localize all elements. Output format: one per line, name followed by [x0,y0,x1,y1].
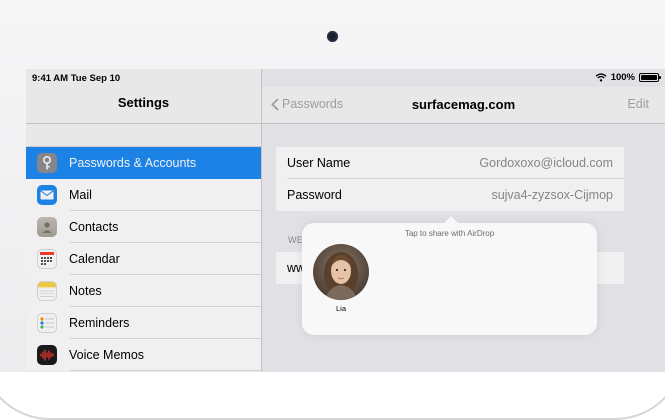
battery-icon [639,73,661,82]
sidebar-item-label: Contacts [69,220,119,234]
key-icon [37,153,57,173]
sidebar-title: Settings [26,87,261,124]
password-label: Password [287,188,342,202]
username-row[interactable]: User Name Gordoxoxo@icloud.com [276,147,624,179]
voice-memos-icon [37,345,57,365]
front-camera [327,31,338,42]
sidebar-item-calendar[interactable]: Calendar [26,243,261,275]
contact-avatar[interactable] [313,244,369,300]
airdrop-popover: Tap to share with AirDrop Lia [302,216,597,335]
password-row[interactable]: Password sujva4-zyzsox-Cijmop [276,179,624,211]
sidebar-item-voice-memos[interactable]: Voice Memos [26,339,261,371]
reminders-icon [37,313,57,333]
wifi-icon [595,73,607,82]
sidebar-item-label: Calendar [69,252,120,266]
settings-sidebar: Settings Passwords & Accounts Mail Conta… [26,69,262,372]
website-section-header: WE [288,235,304,245]
airdrop-hint: Tap to share with AirDrop [404,229,495,238]
battery-percent: 100% [610,72,635,83]
calendar-icon [37,249,57,269]
sidebar-item-notes[interactable]: Notes [26,275,261,307]
sidebar-item-label: Voice Memos [69,348,145,362]
sidebar-item-reminders[interactable]: Reminders [26,307,261,339]
status-right: 100% [595,72,661,83]
battery-level-fill [641,75,657,80]
sidebar-item-contacts[interactable]: Contacts [26,211,261,243]
device-bezel: Settings Passwords & Accounts Mail Conta… [0,0,665,420]
sidebar-item-label: Mail [69,188,92,202]
status-bar: 9:41 AM Tue Sep 10 100% [26,69,665,87]
mail-icon [37,185,57,205]
username-label: User Name [287,156,351,170]
edit-button[interactable]: Edit [627,97,649,111]
status-time: 9:41 AM Tue Sep 10 [32,73,121,84]
sidebar-item-passwords-accounts[interactable]: Passwords & Accounts [26,147,261,179]
username-value[interactable]: Gordoxoxo@icloud.com [479,156,613,170]
sidebar-item-label: Reminders [69,316,130,330]
screen: Settings Passwords & Accounts Mail Conta… [26,69,665,372]
page-title: surfacemag.com [411,97,516,112]
popover-arrow [443,216,459,224]
sidebar-item-label: Notes [69,284,102,298]
notes-icon [37,281,57,301]
sidebar-item-mail[interactable]: Mail [26,179,261,211]
password-value[interactable]: sujva4-zyzsox-Cijmop [491,188,613,202]
credentials-group: User Name Gordoxoxo@icloud.com Password … [276,147,624,211]
contacts-icon [37,217,57,237]
detail-nav-bar: Passwords surfacemag.com Edit [262,87,665,124]
settings-list: Passwords & Accounts Mail Contacts Calen… [26,146,261,371]
contact-name: Lia [335,304,346,313]
airdrop-contact[interactable]: Lia [312,244,370,313]
sidebar-item-label: Passwords & Accounts [69,156,197,170]
